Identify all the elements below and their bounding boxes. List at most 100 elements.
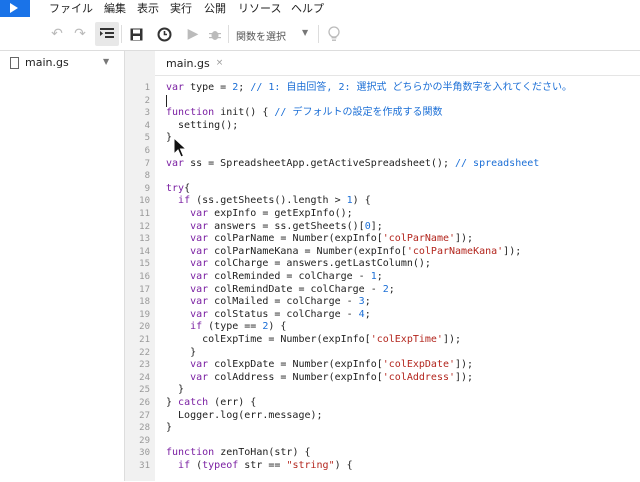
code-token: if: [178, 460, 191, 471]
code-token: ) {: [268, 321, 287, 333]
code-line[interactable]: 30 function zenToHan(str) {: [139, 447, 640, 460]
menu-help[interactable]: ヘルプ: [291, 1, 324, 16]
line-number: 16: [139, 272, 150, 282]
clock-icon-glyph: [157, 27, 171, 41]
code-line[interactable]: 13 var colParName = Number(expInfo['colP…: [139, 233, 640, 246]
menu-resources[interactable]: リソース: [238, 1, 281, 16]
code-token: var: [166, 157, 185, 169]
code-line[interactable]: 10 if (ss.getSheets().length > 1) {: [139, 195, 640, 208]
code-line[interactable]: 6: [145, 145, 640, 158]
code-line[interactable]: 3 function init() { // デフォルトの設定を作成する関数: [145, 107, 640, 120]
debug-icon[interactable]: [203, 22, 227, 46]
code-text: var expInfo = getExpInfo();: [166, 208, 353, 221]
code-line[interactable]: 9 try{: [145, 183, 640, 196]
trigger-clock-icon[interactable]: [152, 22, 176, 46]
apps-script-logo[interactable]: [0, 0, 30, 17]
code-token: }: [166, 132, 173, 144]
code-line[interactable]: 31 if (typeof str == "string") {: [139, 460, 640, 473]
code-line[interactable]: 28}: [139, 422, 640, 435]
run-icon[interactable]: ▶: [181, 22, 205, 46]
code-token: ;: [364, 296, 371, 308]
code-line[interactable]: 27 Logger.log(err.message);: [139, 410, 640, 423]
code-line[interactable]: 7 var ss = SpreadsheetApp.getActiveSpread…: [145, 157, 640, 171]
code-text: var answers = ss.getSheets()[0];: [166, 221, 383, 234]
code-token: }: [166, 422, 173, 434]
line-number: 13: [139, 234, 150, 245]
code-token: var: [166, 82, 185, 93]
close-icon[interactable]: ×: [216, 58, 224, 68]
code-token: "string": [286, 460, 335, 471]
code-token: ;: [364, 308, 371, 320]
code-line[interactable]: 19 var colStatus = colCharge - 4;: [139, 308, 640, 322]
code-text: var colExpDate = Number(expInfo['colExpD…: [166, 359, 473, 372]
tab-main-gs[interactable]: main.gs ×: [160, 51, 230, 77]
code-line[interactable]: 15 var colCharge = answers.getLastColumn…: [139, 258, 640, 271]
menu-publish[interactable]: 公開: [204, 1, 226, 16]
toolbar-divider: [228, 25, 229, 43]
file-sidebar: main.gs ▼: [0, 51, 125, 481]
line-number: 2: [144, 95, 150, 106]
code-line[interactable]: 23 var colExpDate = Number(expInfo['colE…: [139, 359, 640, 372]
code-text: } catch (err) {: [166, 397, 256, 410]
redo-icon[interactable]: ↷: [68, 22, 92, 46]
function-select[interactable]: 関数を選択: [236, 28, 286, 43]
code-token: answers = ss.getSheets()[: [208, 220, 365, 232]
menu-view[interactable]: 表示: [137, 1, 159, 16]
line-number: 22: [139, 347, 150, 358]
code-line[interactable]: 12 var answers = ss.getSheets()[0];: [139, 221, 640, 234]
code-line[interactable]: 21 colExpTime = Number(expInfo['colExpTi…: [139, 334, 640, 347]
code-line[interactable]: 8: [145, 170, 640, 183]
menu-run[interactable]: 実行: [170, 1, 192, 16]
code-token: ) {: [334, 460, 353, 471]
code-line[interactable]: 22 }: [139, 347, 640, 360]
code-token: colReminded = colCharge -: [208, 271, 371, 282]
code-text: function zenToHan(str) {: [166, 447, 311, 460]
menu-file[interactable]: ファイル: [49, 1, 93, 16]
chevron-down-icon[interactable]: ▼: [302, 28, 308, 37]
code-line[interactable]: 16 var colReminded = colCharge - 1;: [139, 271, 640, 284]
code-text: var colReminded = colCharge - 1;: [166, 271, 383, 284]
save-icon[interactable]: [124, 22, 148, 46]
code-line[interactable]: 17 var colRemindDate = colCharge - 2;: [139, 284, 640, 297]
lightbulb-icon[interactable]: [322, 22, 346, 46]
undo-icon[interactable]: ↶: [45, 22, 69, 46]
indent-toggle-icon[interactable]: [95, 22, 119, 46]
code-token: str ==: [238, 460, 287, 471]
code-line[interactable]: 24 var colAddress = Number(expInfo['colA…: [139, 371, 640, 385]
code-line[interactable]: 29: [139, 435, 640, 448]
code-line[interactable]: 1 var type = 2; // 1: 自由回答, 2: 選択式 どちらかの半…: [145, 82, 640, 95]
code-token: (: [190, 460, 203, 471]
code-line[interactable]: 4 setting();: [145, 120, 640, 133]
code-text: var colParName = Number(expInfo['colParN…: [166, 233, 473, 246]
chevron-down-icon[interactable]: ▼: [103, 57, 109, 66]
code-line[interactable]: 18 var colMailed = colCharge - 3;: [139, 296, 640, 309]
code-line[interactable]: 2: [145, 94, 640, 108]
line-number: 19: [139, 309, 150, 320]
code-token: init() {: [214, 107, 275, 119]
code-token: var: [190, 371, 209, 383]
file-name: main.gs: [25, 56, 69, 69]
code-token: 'colAddress': [382, 371, 456, 383]
code-token: ]);: [503, 245, 522, 257]
code-line[interactable]: 25 }: [139, 384, 640, 397]
code-token: // spreadsheet: [455, 157, 540, 169]
code-text: if (typeof str == "string") {: [166, 460, 353, 473]
menu-edit[interactable]: 編集: [104, 1, 126, 16]
code-token: colStatus = colCharge -: [208, 308, 359, 320]
code-line[interactable]: 14 var colParNameKana = Number(expInfo['…: [139, 245, 640, 259]
code-token: colExpDate = Number(expInfo[: [208, 359, 383, 371]
code-line[interactable]: 20 if (type == 2) {: [139, 321, 640, 334]
code-line[interactable]: 5}: [145, 132, 640, 145]
code-line[interactable]: 26} catch (err) {: [139, 397, 640, 410]
code-token: zenToHan(str) {: [214, 447, 311, 459]
code-text: var colRemindDate = colCharge - 2;: [166, 284, 395, 297]
code-token: (err) {: [208, 397, 257, 408]
code-text: try{: [166, 183, 190, 196]
code-line[interactable]: 11 var expInfo = getExpInfo();: [139, 208, 640, 221]
line-number: 30: [139, 448, 150, 459]
line-number: 21: [139, 335, 150, 345]
code-editor[interactable]: 1 var type = 2; // 1: 自由回答, 2: 選択式 どちらかの半…: [139, 75, 640, 482]
file-item-main[interactable]: main.gs ▼: [0, 51, 124, 75]
